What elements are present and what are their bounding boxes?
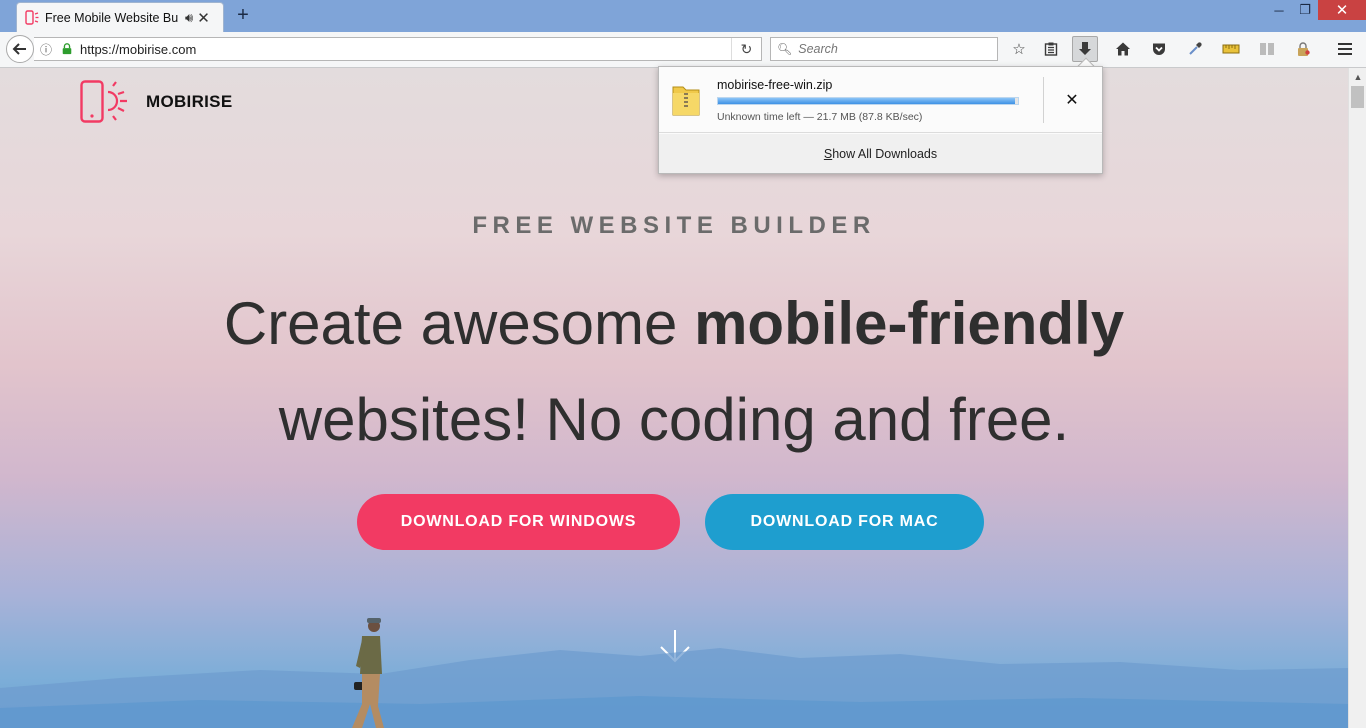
- search-placeholder: Search: [798, 42, 838, 56]
- bookmark-star-icon[interactable]: ☆: [1006, 36, 1032, 62]
- headline-part1: Create awesome: [223, 290, 695, 357]
- reading-list-icon[interactable]: [1038, 36, 1064, 62]
- page-scrollbar[interactable]: ▲: [1348, 68, 1366, 728]
- mobirise-favicon-icon: [25, 9, 39, 25]
- back-arrow-icon: [12, 43, 26, 55]
- show-all-downloads-label: Show All Downloads: [823, 146, 938, 161]
- download-file-name: mobirise-free-win.zip: [717, 78, 833, 92]
- download-progress-fill: [718, 98, 1015, 104]
- download-windows-button[interactable]: DOWNLOAD FOR WINDOWS: [357, 494, 680, 550]
- headline-line2: websites! No coding and free.: [278, 386, 1070, 453]
- tab-title: Free Mobile Website Bu: [45, 10, 179, 25]
- headline-bold: mobile-friendly: [694, 290, 1125, 357]
- browser-tab[interactable]: Free Mobile Website Bu 🔊︎ ✕: [16, 2, 224, 32]
- tab-strip: Free Mobile Website Bu 🔊︎ ✕ + ─ ❐ ✕: [0, 0, 1366, 32]
- extension-icon[interactable]: [1290, 36, 1316, 62]
- url-text[interactable]: https://mobirise.com: [80, 42, 731, 57]
- download-item[interactable]: mobirise-free-win.zip Unknown time left …: [659, 67, 1102, 133]
- zip-file-icon: [672, 86, 700, 116]
- reader-view-icon[interactable]: [1254, 36, 1280, 62]
- mobirise-logo-icon: [80, 80, 127, 123]
- url-bar[interactable]: ⓘ https://mobirise.com ↻: [34, 37, 762, 61]
- window-close-button[interactable]: ✕: [1318, 0, 1366, 20]
- minimize-button[interactable]: ─: [1266, 0, 1292, 20]
- search-icon: 🔍︎: [777, 42, 793, 56]
- site-info-icon[interactable]: ⓘ: [40, 41, 58, 58]
- downloads-panel: mobirise-free-win.zip Unknown time left …: [658, 66, 1103, 174]
- restore-button[interactable]: ❐: [1292, 0, 1318, 20]
- mountain-background: [0, 648, 1348, 728]
- scroll-up-arrow-icon[interactable]: ▲: [1349, 68, 1366, 86]
- ruler-icon[interactable]: [1218, 36, 1244, 62]
- reload-icon[interactable]: ↻: [731, 38, 761, 60]
- hero-kicker: FREE WEBSITE BUILDER: [472, 212, 876, 239]
- search-input[interactable]: 🔍︎ Search: [770, 37, 998, 61]
- hamburger-menu-icon[interactable]: [1332, 36, 1358, 62]
- home-icon[interactable]: [1110, 36, 1136, 62]
- download-mac-button[interactable]: DOWNLOAD FOR MAC: [705, 494, 984, 550]
- download-status: Unknown time left — 21.7 MB (87.8 KB/sec…: [717, 111, 923, 123]
- download-arrow-icon: [1079, 42, 1091, 55]
- new-tab-button[interactable]: +: [232, 4, 254, 26]
- pocket-icon[interactable]: [1146, 36, 1172, 62]
- download-progress-bar: [717, 97, 1019, 105]
- hiker-figure: [352, 618, 384, 728]
- brand-name: MOBIRISE: [146, 92, 233, 111]
- scroll-thumb[interactable]: [1351, 86, 1364, 108]
- tab-close-icon[interactable]: ✕: [197, 9, 210, 27]
- brand[interactable]: MOBIRISE: [80, 80, 232, 124]
- speaker-icon[interactable]: 🔊︎: [185, 10, 193, 26]
- navigation-toolbar: ⓘ https://mobirise.com ↻ 🔍︎ Search ☆: [0, 32, 1366, 68]
- lock-icon: [62, 43, 72, 55]
- eyedropper-icon[interactable]: [1182, 36, 1208, 62]
- hero-headline: Create awesome mobile-friendly websites!…: [0, 276, 1348, 468]
- cancel-download-icon[interactable]: ✕: [1057, 87, 1087, 113]
- back-button[interactable]: [6, 35, 34, 63]
- download-divider: [1043, 77, 1044, 123]
- clipboard-icon: [1044, 42, 1058, 56]
- show-all-downloads-button[interactable]: Show All Downloads: [659, 134, 1102, 173]
